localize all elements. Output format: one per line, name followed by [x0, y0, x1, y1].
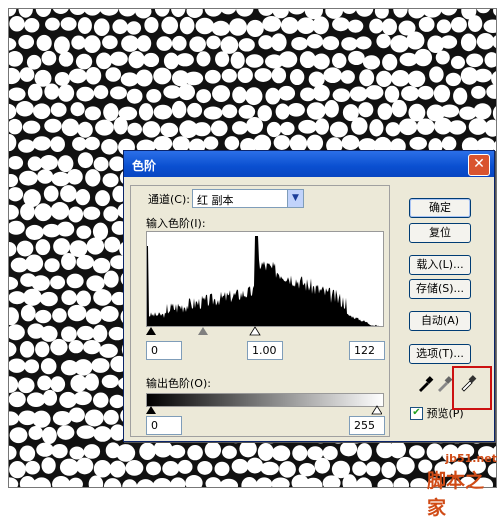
options-button[interactable]: 选项(T)... — [409, 344, 471, 364]
chevron-down-icon[interactable]: ▼ — [287, 190, 303, 207]
watermark: jb51.net 脚本之家 — [427, 452, 497, 519]
channel-select[interactable]: 红 副本 ▼ — [192, 189, 304, 208]
dialog-title: 色阶 — [132, 159, 157, 173]
input-white-value: 122 — [354, 344, 375, 357]
input-levels-label: 输入色阶(I): — [146, 217, 206, 230]
input-black-field[interactable]: 0 — [146, 341, 182, 360]
load-button[interactable]: 载入(L)... — [409, 255, 471, 275]
ok-button[interactable]: 确定 — [409, 198, 471, 218]
input-gamma-slider[interactable] — [198, 327, 208, 335]
watermark-text: 脚本之家 — [427, 470, 485, 519]
output-white-value: 255 — [354, 419, 375, 432]
preview-checkbox[interactable]: ✔ — [410, 406, 423, 420]
save-button[interactable]: 存储(S)... — [409, 279, 471, 299]
output-levels-label: 输出色阶(O): — [146, 377, 211, 390]
input-white-slider[interactable] — [249, 326, 261, 336]
auto-button[interactable]: 自动(A) — [409, 311, 471, 331]
gray-eyedropper-icon[interactable] — [435, 375, 453, 393]
output-black-field[interactable]: 0 — [146, 416, 182, 435]
highlight-box — [452, 366, 492, 410]
reset-button[interactable]: 复位 — [409, 223, 471, 243]
output-black-slider[interactable] — [146, 406, 156, 414]
input-slider-track[interactable] — [146, 325, 382, 337]
black-eyedropper-icon[interactable] — [416, 375, 434, 393]
input-gamma-value: 1.00 — [252, 344, 277, 357]
dialog-titlebar[interactable]: 色阶 ✕ — [124, 151, 494, 177]
output-slider-track[interactable] — [146, 405, 382, 415]
output-black-value: 0 — [151, 419, 158, 432]
levels-dialog: 色阶 ✕ 通道(C): 红 副本 ▼ 输入色阶(I): 0 1.00 122 输… — [123, 150, 495, 442]
output-white-field[interactable]: 255 — [349, 416, 385, 435]
input-gamma-field[interactable]: 1.00 — [247, 341, 283, 360]
histogram — [146, 231, 384, 327]
input-black-value: 0 — [151, 344, 158, 357]
channel-label: 通道(C): — [148, 193, 190, 206]
watermark-site: jb51.net — [445, 452, 497, 465]
histogram-graph — [147, 236, 383, 326]
close-button[interactable]: ✕ — [468, 154, 490, 176]
output-white-slider[interactable] — [371, 405, 382, 415]
input-black-slider[interactable] — [146, 327, 156, 335]
channel-value: 红 副本 — [197, 194, 234, 207]
input-white-field[interactable]: 122 — [349, 341, 385, 360]
